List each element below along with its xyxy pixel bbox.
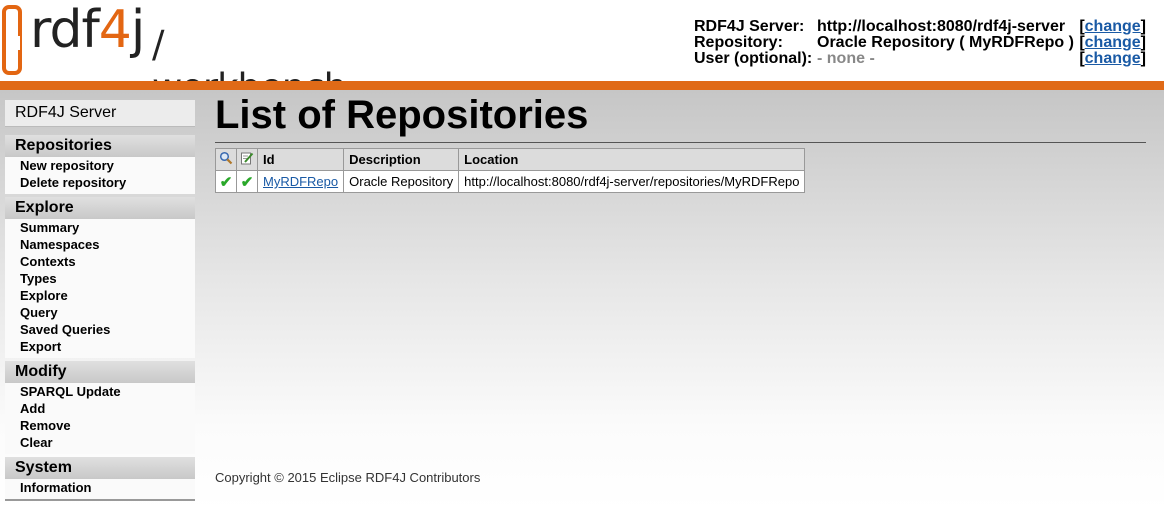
table-header-row: Id Description Location	[215, 148, 806, 171]
writable-check-icon: ✔	[240, 173, 254, 191]
repository-id-cell: MyRDFRepo	[256, 170, 345, 193]
repository-label: Repository:	[694, 34, 783, 51]
repository-description-cell: Oracle Repository	[343, 170, 460, 193]
change-server-link[interactable]: change	[1085, 18, 1141, 35]
header-accent-bar	[0, 81, 1164, 90]
main-content: List of Repositories Id Description Loca…	[215, 92, 1146, 193]
repository-value: Oracle Repository ( MyRDFRepo )	[817, 34, 1074, 51]
readable-column-header	[215, 148, 237, 171]
location-column-header: Location	[458, 148, 806, 171]
sidebar-item-namespaces[interactable]: Namespaces	[5, 236, 195, 253]
sidebar-item-information[interactable]: Information	[5, 479, 195, 496]
id-column-header: Id	[256, 148, 345, 171]
user-label: User (optional):	[694, 50, 813, 67]
sidebar-item-rdf4j-server[interactable]: RDF4J Server	[5, 100, 195, 127]
user-value: - none -	[817, 50, 875, 67]
sidebar-section-explore: Explore	[5, 197, 195, 219]
readable-cell: ✔	[215, 170, 237, 193]
repository-location-cell: http://localhost:8080/rdf4j-server/repos…	[458, 170, 806, 193]
sidebar-item-types[interactable]: Types	[5, 270, 195, 287]
sidebar-bottom-border	[5, 499, 195, 501]
sidebar-section-modify: Modify	[5, 361, 195, 383]
server-label: RDF4J Server:	[694, 18, 805, 35]
footer-copyright: Copyright © 2015 Eclipse RDF4J Contribut…	[215, 470, 481, 485]
logo-text: rdf4j	[30, 0, 145, 60]
header: rdf4j / workbench RDF4J Server: http://l…	[0, 0, 1164, 109]
sidebar-nav: RDF4J Server Repositories New repository…	[5, 100, 195, 501]
sidebar-item-sparql-update[interactable]: SPARQL Update	[5, 383, 195, 400]
description-column-header: Description	[343, 148, 460, 171]
sidebar-item-export[interactable]: Export	[5, 338, 195, 355]
sidebar-item-query[interactable]: Query	[5, 304, 195, 321]
writable-cell: ✔	[236, 170, 258, 193]
writable-column-header	[236, 148, 258, 171]
repository-id-link[interactable]: MyRDFRepo	[263, 174, 338, 189]
sidebar-item-remove[interactable]: Remove	[5, 417, 195, 434]
search-icon	[219, 151, 233, 165]
repositories-table: Id Description Location ✔ ✔ MyRDFRepo Or…	[215, 148, 806, 193]
connection-info: RDF4J Server: http://localhost:8080/rdf4…	[694, 18, 1146, 67]
rdf4j-logo[interactable]: rdf4j / workbench	[0, 0, 347, 109]
server-value: http://localhost:8080/rdf4j-server	[817, 18, 1066, 35]
change-user-link[interactable]: change	[1085, 50, 1141, 67]
page-title: List of Repositories	[215, 92, 1146, 143]
sidebar-item-contexts[interactable]: Contexts	[5, 253, 195, 270]
sidebar-item-add[interactable]: Add	[5, 400, 195, 417]
sidebar-item-new-repository[interactable]: New repository	[5, 157, 195, 174]
sidebar-item-explore[interactable]: Explore	[5, 287, 195, 304]
sidebar-item-clear[interactable]: Clear	[5, 434, 195, 451]
edit-icon	[241, 152, 254, 165]
sidebar-item-delete-repository[interactable]: Delete repository	[5, 174, 195, 191]
change-repository-link[interactable]: change	[1085, 34, 1141, 51]
sidebar-item-saved-queries[interactable]: Saved Queries	[5, 321, 195, 338]
sidebar-section-repositories: Repositories	[5, 135, 195, 157]
table-row: ✔ ✔ MyRDFRepo Oracle Repository http://l…	[215, 170, 806, 193]
logo-bracket-icon	[2, 5, 22, 75]
sidebar-section-system: System	[5, 457, 195, 479]
sidebar-item-summary[interactable]: Summary	[5, 219, 195, 236]
readable-check-icon: ✔	[219, 173, 233, 191]
